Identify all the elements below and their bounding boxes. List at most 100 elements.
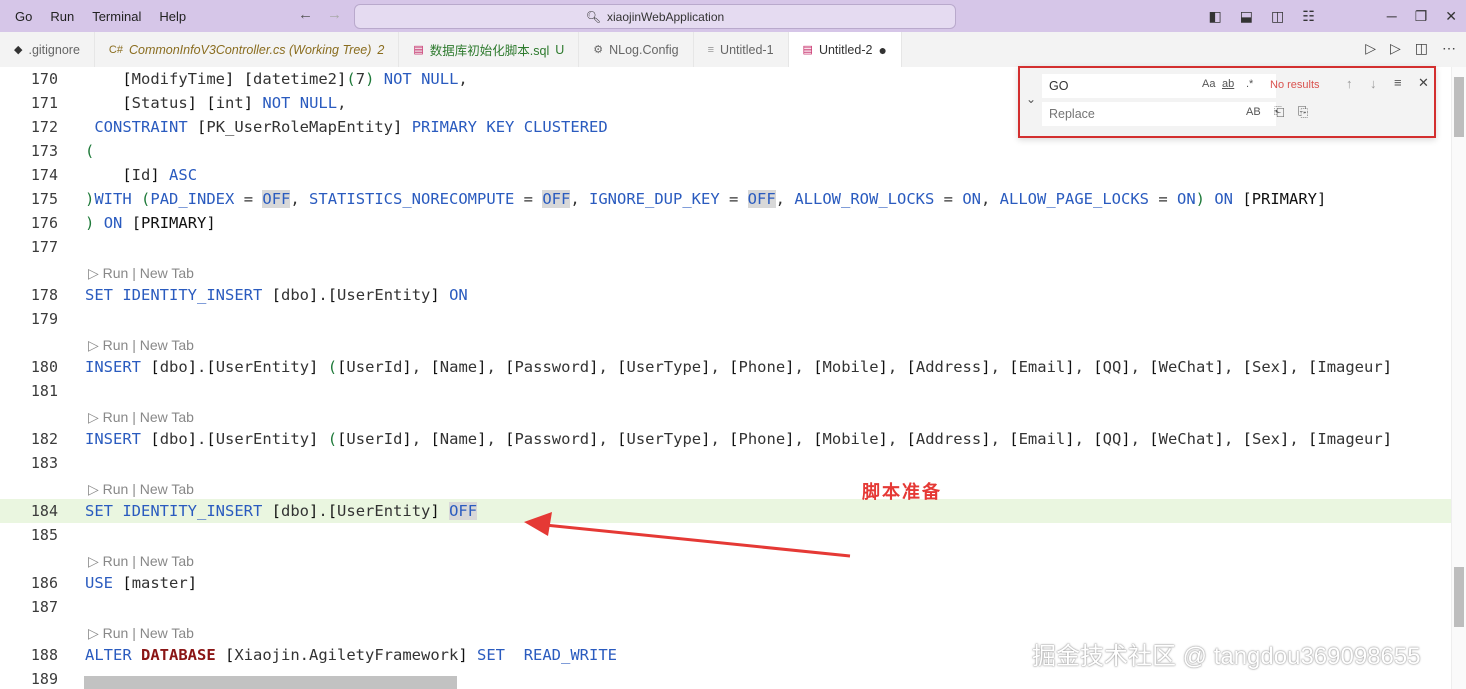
customize-layout-icon[interactable]: ☷: [1293, 8, 1324, 25]
git-icon: ◆: [14, 44, 23, 56]
code-line[interactable]: 176 ) ON [PRIMARY]: [0, 211, 1452, 235]
run-icon[interactable]: ▷: [1365, 40, 1376, 57]
tab-label: Untitled-2: [818, 42, 873, 57]
line-code[interactable]: SET IDENTITY_INSERT [dbo].[UserEntity] O…: [85, 499, 478, 523]
find-in-selection-icon[interactable]: ≡: [1394, 75, 1402, 90]
code-line[interactable]: 173 (: [0, 139, 1452, 163]
line-number: 170: [30, 70, 58, 88]
line-code[interactable]: [Id] ASC: [85, 163, 197, 187]
line-number: 176: [30, 214, 58, 232]
gear-icon: ⚙: [593, 44, 604, 56]
annotation-label: 脚本准备: [862, 482, 942, 502]
menu-help[interactable]: Help: [150, 9, 195, 24]
toggle-panel-icon[interactable]: ⬓: [1231, 8, 1262, 25]
close-window-icon[interactable]: ✕: [1436, 8, 1466, 25]
toggle-secondary-sidebar-icon[interactable]: ◫: [1262, 8, 1293, 25]
tab-bar: ◆ .gitignore C# CommonInfoV3Controller.c…: [0, 32, 1466, 68]
close-icon[interactable]: ✕: [1418, 75, 1429, 91]
tab-label: 数据库初始化脚本.sql: [429, 44, 550, 58]
forward-arrow-icon[interactable]: →: [327, 6, 342, 23]
code-line[interactable]: 180 INSERT [dbo].[UserEntity] ([UserId], …: [0, 355, 1452, 379]
unsaved-dot-icon[interactable]: ●: [878, 42, 886, 58]
preserve-case-icon[interactable]: AB: [1246, 106, 1261, 118]
code-line[interactable]: 183: [0, 451, 1452, 475]
line-code[interactable]: [Status] [int] NOT NULL,: [85, 91, 346, 115]
tab-commoninfo-controller[interactable]: C# CommonInfoV3Controller.cs (Working Tr…: [95, 32, 400, 67]
editor-actions: ▷ ▷ ◫ ⋯: [1365, 40, 1456, 57]
code-line[interactable]: 182 INSERT [dbo].[UserEntity] ([UserId], …: [0, 427, 1452, 451]
line-number: 171: [30, 94, 58, 112]
find-input[interactable]: [1042, 74, 1276, 98]
database-icon: ▤: [413, 44, 424, 56]
horizontal-scrollbar[interactable]: [84, 676, 457, 689]
line-number: 186: [30, 574, 58, 592]
line-number: 183: [30, 454, 58, 472]
line-code[interactable]: USE [master]: [85, 571, 197, 595]
match-word-icon[interactable]: ab: [1222, 78, 1234, 90]
replace-all-icon[interactable]: ⎘: [1298, 104, 1308, 120]
chevron-down-icon[interactable]: ⌄: [1026, 92, 1036, 106]
tab-badge: U: [555, 42, 565, 57]
line-code[interactable]: INSERT [dbo].[UserEntity] ([UserId], [Na…: [85, 355, 1392, 379]
code-editor[interactable]: 170 [ModifyTime] [datetime2](7) NOT NULL…: [0, 67, 1466, 689]
restore-icon[interactable]: ❐: [1406, 8, 1437, 25]
run-alt-icon[interactable]: ▷: [1390, 40, 1401, 57]
replace-icon[interactable]: ⎗: [1274, 104, 1284, 120]
match-case-icon[interactable]: Aa: [1202, 78, 1215, 90]
nav-arrows: ← →: [298, 6, 342, 23]
line-code[interactable]: )WITH (PAD_INDEX = OFF, STATISTICS_NOREC…: [85, 187, 1326, 211]
title-bar: Go Run Terminal Help ← → 🔍︎ xiaojinWebAp…: [0, 0, 1466, 32]
code-line[interactable]: 185: [0, 523, 1452, 547]
previous-match-icon[interactable]: ↑: [1346, 76, 1353, 91]
codelens-run-new-tab[interactable]: ▷ Run | New Tab: [88, 550, 194, 572]
menu-bar: Go Run Terminal Help: [6, 9, 195, 24]
line-code[interactable]: INSERT [dbo].[UserEntity] ([UserId], [Na…: [85, 427, 1392, 451]
menu-terminal[interactable]: Terminal: [83, 9, 150, 24]
regex-icon[interactable]: .*: [1246, 78, 1253, 90]
more-actions-icon[interactable]: ⋯: [1442, 40, 1456, 57]
code-line[interactable]: 186 USE [master]: [0, 571, 1452, 595]
tab-db-init-script[interactable]: ▤ 数据库初始化脚本.sql U: [399, 32, 580, 67]
replace-input[interactable]: [1042, 102, 1276, 126]
window-controls: ◧ ⬓ ◫ ☷ ─ ❐ ✕: [1200, 0, 1466, 32]
next-match-icon[interactable]: ↓: [1370, 76, 1377, 91]
code-line[interactable]: 174 [Id] ASC: [0, 163, 1452, 187]
line-code[interactable]: ) ON [PRIMARY]: [85, 211, 216, 235]
codelens-run-new-tab[interactable]: ▷ Run | New Tab: [88, 406, 194, 428]
toggle-sidebar-icon[interactable]: ◧: [1200, 8, 1231, 25]
database-icon: ▤: [802, 44, 813, 56]
code-line[interactable]: 175)WITH (PAD_INDEX = OFF, STATISTICS_NO…: [0, 187, 1452, 211]
tab-untitled-2[interactable]: ▤ Untitled-2 ●: [788, 32, 902, 67]
scrollbar-thumb[interactable]: [1454, 567, 1464, 627]
codelens-run-new-tab[interactable]: ▷ Run | New Tab: [88, 262, 194, 284]
csharp-icon: C#: [108, 43, 123, 56]
code-line[interactable]: 179: [0, 307, 1452, 331]
codelens-run-new-tab[interactable]: ▷ Run | New Tab: [88, 334, 194, 356]
code-line[interactable]: 177: [0, 235, 1452, 259]
minimize-icon[interactable]: ─: [1378, 8, 1406, 24]
split-editor-icon[interactable]: ◫: [1415, 40, 1428, 57]
line-code[interactable]: [ModifyTime] [datetime2](7) NOT NULL,: [85, 67, 467, 91]
code-line[interactable]: 187: [0, 595, 1452, 619]
codelens-run-new-tab[interactable]: ▷ Run | New Tab: [88, 622, 194, 644]
codelens-run-new-tab[interactable]: ▷ Run | New Tab: [88, 478, 194, 500]
line-code[interactable]: (: [85, 139, 94, 163]
line-code[interactable]: ALTER DATABASE [Xiaojin.AgiletyFramework…: [85, 643, 617, 667]
menu-go[interactable]: Go: [6, 9, 41, 24]
code-line[interactable]: 178 SET IDENTITY_INSERT [dbo].[UserEntity…: [0, 283, 1452, 307]
line-number: 185: [30, 526, 58, 544]
code-line[interactable]: 181: [0, 379, 1452, 403]
vertical-scrollbar[interactable]: [1451, 67, 1466, 689]
menu-run[interactable]: Run: [41, 9, 83, 24]
tab-untitled-1[interactable]: ≡ Untitled-1: [694, 32, 789, 67]
line-number: 189: [30, 670, 58, 688]
line-code[interactable]: CONSTRAINT [PK_UserRoleMapEntity] PRIMAR…: [85, 115, 607, 139]
code-line[interactable]: 184 SET IDENTITY_INSERT [dbo].[UserEntity…: [0, 499, 1452, 523]
scrollbar-thumb[interactable]: [1454, 77, 1464, 137]
line-code[interactable]: SET IDENTITY_INSERT [dbo].[UserEntity] O…: [85, 283, 468, 307]
back-arrow-icon[interactable]: ←: [298, 6, 313, 23]
line-number: 177: [30, 238, 58, 256]
command-center[interactable]: 🔍︎ xiaojinWebApplication: [354, 4, 956, 29]
tab-gitignore[interactable]: ◆ .gitignore: [0, 32, 95, 67]
tab-nlog-config[interactable]: ⚙ NLog.Config: [579, 32, 694, 67]
